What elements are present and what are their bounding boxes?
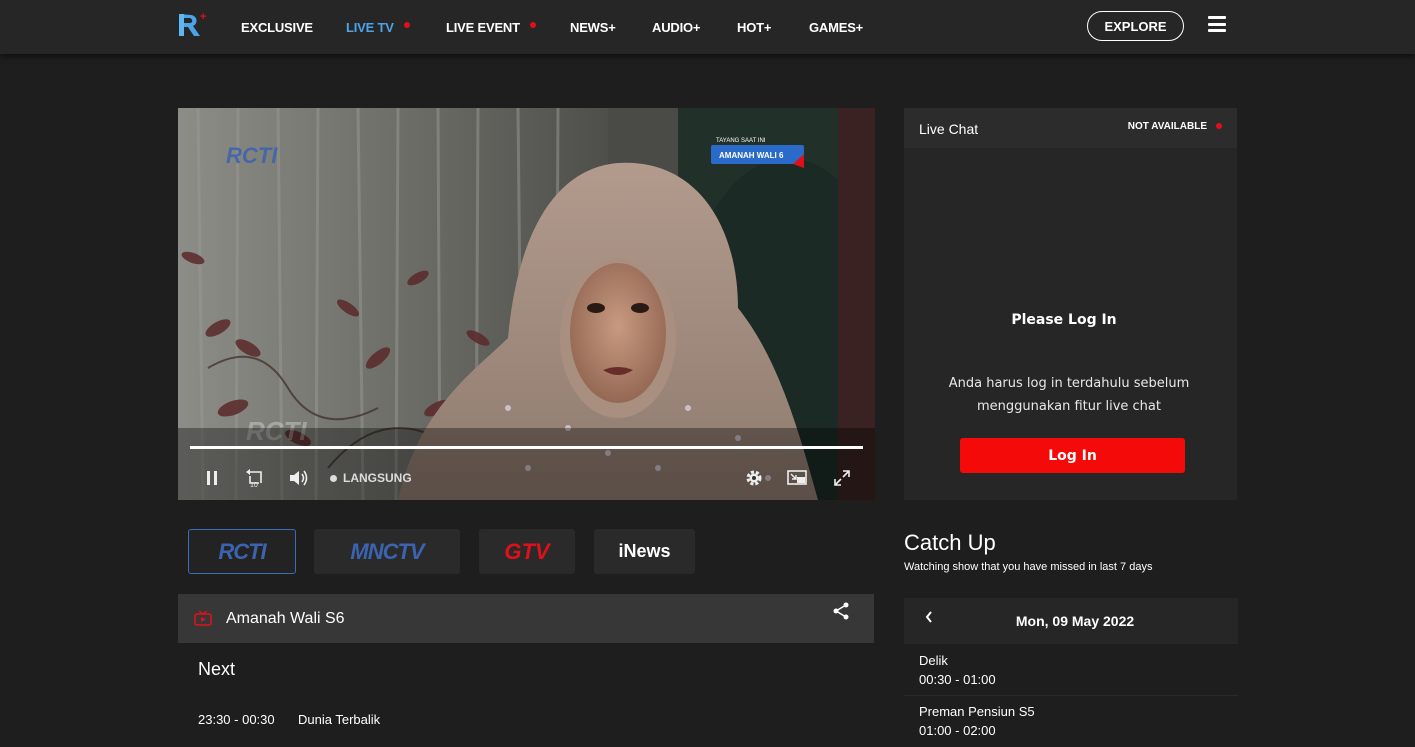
video-frame: RCTI RCTI TAYANG SAAT INI AMANAH WALI 6 (178, 108, 875, 500)
channel-inews[interactable]: iNews (594, 529, 695, 574)
nav-games[interactable]: GAMES+ (809, 0, 863, 54)
live-label: LANGSUNG (343, 471, 412, 485)
chat-status-label: NOT AVAILABLE (1127, 121, 1207, 132)
channel-rcti[interactable]: RCTI (188, 529, 296, 574)
divider (904, 695, 1238, 696)
next-title: Dunia Terbalik (298, 712, 381, 727)
next-heading: Next (198, 659, 236, 679)
nav-hot[interactable]: HOT+ (737, 0, 771, 54)
fullscreen-icon[interactable] (832, 468, 852, 488)
live-chat-title: Live Chat (919, 121, 979, 137)
channel-gtv[interactable]: GTV (479, 529, 575, 574)
login-heading: Please Log In (1011, 312, 1117, 328)
catchup-item-title[interactable]: Delik (919, 653, 948, 668)
channel-mnctv[interactable]: MNCTV (314, 529, 460, 574)
settings-gear-icon[interactable] (744, 468, 764, 488)
channel-logo: iNews (618, 541, 671, 561)
now-playing-title: Amanah Wali S6 (226, 610, 345, 627)
nav-label: NEWS+ (570, 19, 616, 35)
top-navbar: + EXCLUSIVE LIVE TV LIVE EVENT NEWS+ AUD… (0, 0, 1415, 54)
svg-text:AMANAH WALI 6: AMANAH WALI 6 (719, 151, 784, 160)
nav-news[interactable]: NEWS+ (570, 0, 616, 54)
video-progress-bar[interactable] (190, 446, 863, 449)
catchup-date: Mon, 09 May 2022 (1015, 613, 1135, 629)
live-dot (529, 22, 536, 28)
channel-logo: GTV (504, 538, 550, 564)
volume-icon[interactable] (288, 468, 310, 488)
nav-live-event[interactable]: LIVE EVENT (446, 0, 536, 54)
svg-text:+: + (200, 11, 206, 23)
catchup-item-time: 00:30 - 01:00 (919, 672, 996, 687)
tv-icon (194, 611, 212, 626)
nav-live-tv[interactable]: LIVE TV (346, 0, 410, 54)
pause-icon[interactable] (202, 468, 222, 488)
catchup-subtitle: Watching show that you have missed in la… (904, 561, 1153, 573)
live-indicator: LANGSUNG (330, 471, 412, 485)
live-chat-panel: Live Chat NOT AVAILABLE Please Log In An… (904, 108, 1237, 500)
hamburger-menu-icon[interactable] (1208, 16, 1226, 32)
catchup-item-time: 01:00 - 02:00 (919, 723, 996, 738)
channel-logo: MNCTV (350, 538, 424, 564)
live-dot (330, 474, 337, 482)
picture-in-picture-icon[interactable] (786, 468, 810, 488)
nav-label: GAMES+ (809, 19, 864, 35)
nav-label: HOT+ (737, 19, 772, 35)
nav-exclusive[interactable]: EXCLUSIVE (241, 0, 313, 54)
rplus-logo[interactable]: + (176, 10, 210, 40)
channel-logo: RCTI (218, 538, 266, 564)
rewind-10-icon[interactable]: 10 (245, 468, 267, 488)
catchup-item-title[interactable]: Preman Pensiun S5 (919, 704, 1035, 719)
nav-label: AUDIO+ (652, 19, 701, 35)
nav-audio[interactable]: AUDIO+ (652, 0, 700, 54)
explore-button[interactable]: EXPLORE (1087, 11, 1184, 41)
nav-label: LIVE EVENT (446, 19, 520, 35)
catchup-date-bar: Mon, 09 May 2022 (904, 598, 1238, 644)
nav-label: LIVE TV (346, 19, 394, 35)
login-message: Anda harus log in terdahulu sebelum meng… (948, 376, 1190, 414)
next-time: 23:30 - 00:30 (198, 712, 275, 727)
svg-text:10: 10 (250, 482, 258, 488)
live-dot (403, 22, 410, 28)
live-chat-header: Live Chat NOT AVAILABLE (904, 108, 1237, 148)
nav-label: EXCLUSIVE (241, 19, 313, 35)
status-dot (1216, 123, 1222, 129)
now-playing-bar: Amanah Wali S6 (178, 594, 874, 643)
login-button[interactable]: Log In (960, 438, 1185, 473)
share-icon[interactable] (832, 602, 850, 620)
svg-text:RCTI: RCTI (226, 143, 278, 168)
catchup-title: Catch Up (904, 530, 996, 555)
svg-text:TAYANG SAAT INI: TAYANG SAAT INI (716, 138, 766, 144)
video-player[interactable]: RCTI RCTI TAYANG SAAT INI AMANAH WALI 6 … (178, 108, 875, 500)
